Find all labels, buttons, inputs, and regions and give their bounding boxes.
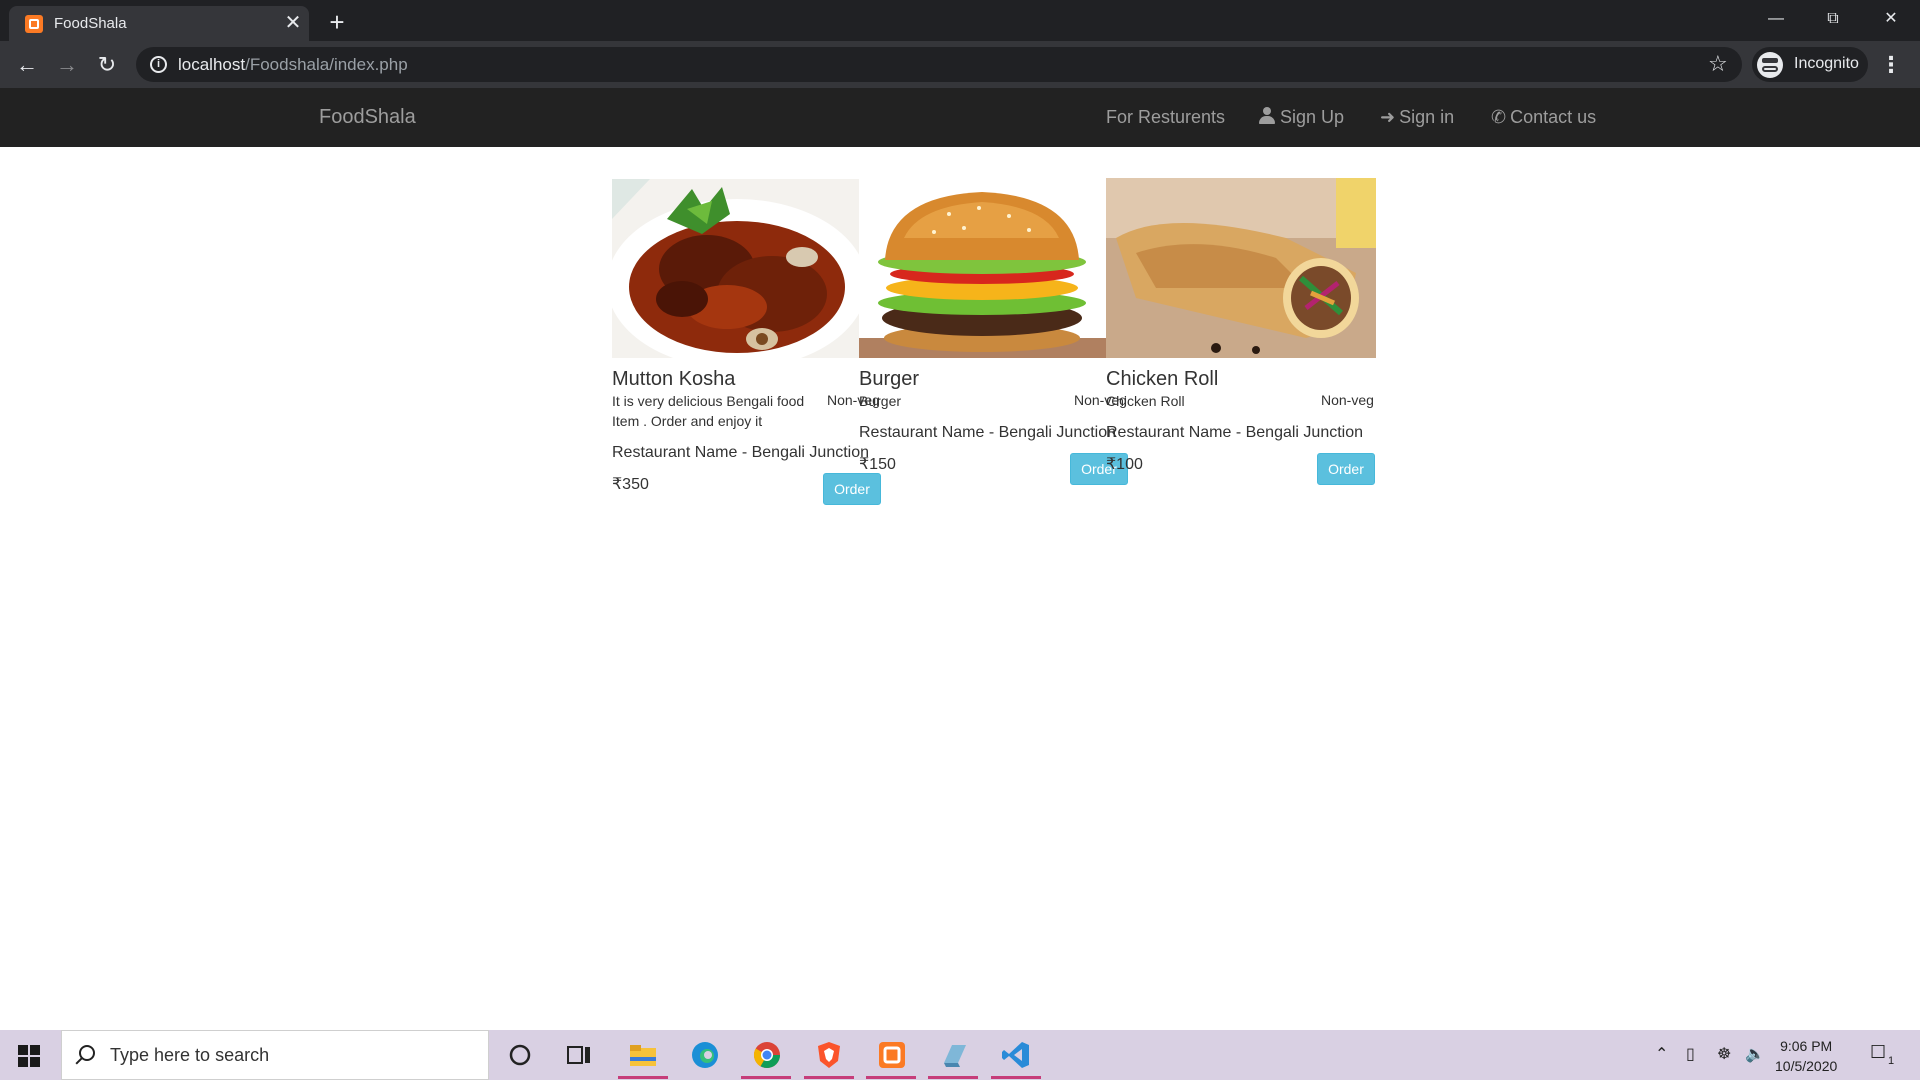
notification-count: 1 <box>1888 1055 1895 1067</box>
food-name: Mutton Kosha <box>612 368 736 390</box>
nav-sign-in-label: Sign in <box>1399 107 1455 127</box>
tray-chevron-icon[interactable]: ⌃ <box>1655 1044 1668 1064</box>
wifi-icon[interactable]: ☸ <box>1717 1044 1731 1064</box>
taskbar-active-indicator <box>804 1076 854 1079</box>
chrome-icon[interactable] <box>751 1039 783 1071</box>
food-card: Burger Burger Non-veg Restaurant Name - … <box>859 178 1128 518</box>
url-text[interactable]: localhost/Foodshala/index.php <box>178 55 408 75</box>
restore-icon[interactable]: ⧉ <box>1810 4 1856 34</box>
food-image <box>612 179 859 358</box>
system-clock[interactable]: 9:06 PM 10/5/2020 <box>1775 1036 1837 1076</box>
tab-close-icon[interactable]: ✕ <box>282 12 304 34</box>
food-description: Burger <box>859 393 902 409</box>
incognito-profile-button[interactable]: Incognito <box>1752 47 1868 82</box>
file-explorer-icon[interactable] <box>627 1039 659 1071</box>
clock-time: 9:06 PM <box>1780 1038 1833 1054</box>
forward-icon[interactable]: → <box>52 50 82 80</box>
battery-icon[interactable]: ▯ <box>1686 1044 1695 1064</box>
food-price: ₹150 <box>859 456 896 473</box>
edge-icon[interactable] <box>689 1039 721 1071</box>
bookmark-star-icon[interactable]: ☆ <box>1708 51 1728 77</box>
task-view-icon[interactable] <box>563 1039 595 1071</box>
site-brand[interactable]: FoodShala <box>319 106 416 129</box>
food-price: ₹350 <box>612 476 649 493</box>
restaurant-name: Restaurant Name - Bengali Junction <box>1106 424 1364 441</box>
incognito-icon <box>1757 52 1783 78</box>
browser-tab-bar: FoodShala ✕ + — ⧉ ✕ <box>0 0 1920 41</box>
site-navbar: FoodShala For Resturents Sign Up ➜ Sign i… <box>0 88 1920 147</box>
food-description: It is very delicious Bengali food Item .… <box>612 393 805 429</box>
xampp-favicon-icon <box>25 15 43 33</box>
minimize-icon[interactable]: — <box>1753 4 1799 34</box>
address-bar[interactable]: i localhost/Foodshala/index.php ☆ <box>136 47 1742 82</box>
reload-icon[interactable]: ↻ <box>92 50 122 80</box>
nav-contact-us-label: Contact us <box>1510 107 1597 127</box>
brave-icon[interactable] <box>813 1039 845 1071</box>
taskbar-search-placeholder: Type here to search <box>110 1045 270 1065</box>
new-tab-icon[interactable]: + <box>323 8 351 36</box>
windows-taskbar: Type here to search ⌃ ▯ ☸ 🔈 9:06 PM 10/5… <box>0 1030 1920 1080</box>
taskbar-active-indicator <box>741 1076 791 1079</box>
browser-toolbar: ← → ↻ i localhost/Foodshala/index.php ☆ … <box>0 41 1920 88</box>
food-name: Chicken Roll <box>1106 368 1219 390</box>
nav-sign-up-label: Sign Up <box>1280 107 1345 127</box>
clock-date: 10/5/2020 <box>1775 1058 1838 1074</box>
browser-tab[interactable]: FoodShala ✕ <box>9 6 309 41</box>
food-card: Chicken Roll Chicken Roll Non-veg Restau… <box>1106 178 1376 518</box>
food-price: ₹100 <box>1106 456 1143 473</box>
volume-icon[interactable]: 🔈 <box>1745 1044 1765 1064</box>
taskbar-active-indicator <box>618 1076 668 1079</box>
sign-in-icon: ➜ <box>1380 107 1396 127</box>
taskbar-search-box[interactable]: Type here to search <box>61 1030 489 1080</box>
food-type: Non-veg <box>1321 392 1374 408</box>
search-icon <box>79 1045 95 1061</box>
food-name: Burger <box>859 368 920 390</box>
order-button[interactable]: Order <box>1317 453 1375 485</box>
close-window-icon[interactable]: ✕ <box>1868 4 1914 34</box>
taskbar-active-indicator <box>928 1076 978 1079</box>
user-icon <box>1259 107 1275 124</box>
restaurant-name: Restaurant Name - Bengali Junction <box>859 424 1117 441</box>
incognito-label: Incognito <box>1794 55 1859 72</box>
taskbar-active-indicator <box>866 1076 916 1079</box>
browser-menu-icon[interactable]: ⋮ <box>1880 50 1902 80</box>
tab-title: FoodShala <box>54 15 127 32</box>
notification-icon[interactable]: ☐ <box>1870 1042 1886 1063</box>
taskbar-active-indicator <box>991 1076 1041 1079</box>
back-icon[interactable]: ← <box>12 50 42 80</box>
food-description: Chicken Roll <box>1106 393 1185 409</box>
food-image <box>1106 178 1376 358</box>
nav-for-restaurants[interactable]: For Resturents <box>1106 107 1225 128</box>
food-image <box>859 178 1106 358</box>
nav-sign-up[interactable]: Sign Up <box>1259 107 1344 128</box>
food-card: Mutton Kosha It is very delicious Bengal… <box>612 178 881 518</box>
app-icon[interactable] <box>938 1039 970 1071</box>
nav-sign-in[interactable]: ➜ Sign in <box>1380 107 1454 128</box>
phone-icon: ✆ <box>1491 107 1507 127</box>
restaurant-name: Restaurant Name - Bengali Junction <box>612 444 870 461</box>
vscode-icon[interactable] <box>1000 1039 1032 1071</box>
windows-start-icon[interactable] <box>18 1045 40 1067</box>
site-info-icon[interactable]: i <box>150 56 167 73</box>
xampp-icon[interactable] <box>876 1039 908 1071</box>
nav-contact-us[interactable]: ✆ Contact us <box>1491 107 1596 128</box>
cortana-icon[interactable] <box>504 1039 536 1071</box>
